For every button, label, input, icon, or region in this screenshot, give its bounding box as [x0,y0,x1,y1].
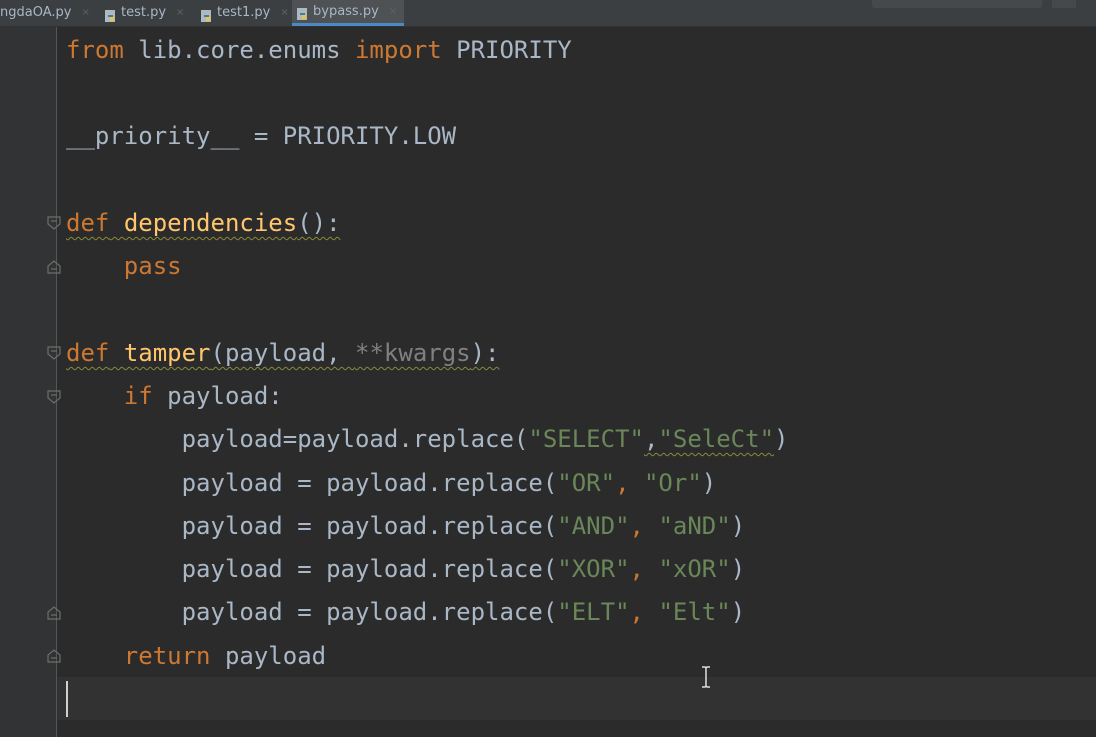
code-line-10[interactable]: payload=payload.replace("SELECT","SeleCt… [66,418,789,461]
code-line-6[interactable]: pass [66,245,182,288]
keyword: def [66,339,110,367]
close-icon[interactable]: × [81,0,89,26]
punctuation: , [629,598,659,626]
punctuation: ) [730,598,746,626]
punctuation: , [615,469,644,497]
string-literal: "Or" [643,469,702,497]
statement: payload=payload.replace( [181,425,529,453]
string-literal: "ELT" [557,598,630,626]
punctuation: ) [701,469,717,497]
code-line-3[interactable]: __priority__ = PRIORITY.LOW [66,115,456,158]
fold-close-icon[interactable] [46,648,62,664]
tab-test1[interactable]: test1.py × [196,0,289,26]
code-line-13[interactable]: payload = payload.replace("XOR", "xOR") [66,548,746,591]
code-line-14[interactable]: payload = payload.replace("ELT", "Elt") [66,591,746,634]
toolbar-button[interactable] [1052,0,1076,8]
python-file-icon [200,7,213,22]
close-icon[interactable]: × [389,0,397,25]
code-line-5[interactable]: def dependencies(): [66,202,341,245]
string-literal: "AND" [557,512,630,540]
punctuation: ) [730,555,746,583]
close-icon[interactable]: × [176,0,184,26]
keyword: from [66,36,124,64]
keyword: return [123,642,211,670]
string-literal: "SELECT" [528,425,644,453]
tab-label: ngdaOA.py [0,5,72,20]
editor-gutter[interactable] [0,27,56,737]
import-name: PRIORITY [441,36,572,64]
punctuation: , [629,512,659,540]
string-literal: "aND" [658,512,731,540]
params: (payload, [210,339,356,367]
code-line-8[interactable]: def tamper(payload, **kwargs): [66,332,500,375]
fold-open-icon[interactable] [46,215,62,231]
python-file-icon [104,7,117,22]
module-path: lib.core.enums [123,36,355,64]
string-literal: "Elt" [658,598,731,626]
keyword: import [354,36,442,64]
function-name: tamper [123,339,211,367]
code-line-9[interactable]: if payload: [66,375,283,418]
punctuation: , [629,555,659,583]
punctuation: (): [297,209,341,237]
tab-label: test.py [121,5,167,20]
code-line-11[interactable]: payload = payload.replace("OR", "Or") [66,462,717,505]
statement: payload = payload.replace( [181,512,558,540]
text-caret [66,681,68,717]
keyword: pass [123,252,182,280]
statement: payload = payload.replace( [181,555,558,583]
return-value: payload [210,642,327,670]
tab-label: bypass.py [313,3,379,19]
punctuation: ): [470,339,500,367]
function-name: dependencies [123,209,298,237]
tab-test[interactable]: test.py × [100,0,192,26]
statement: payload = payload.replace( [181,469,558,497]
string-literal: "XOR" [557,555,630,583]
close-icon[interactable]: × [280,0,288,26]
tab-bypass[interactable]: bypass.py × [292,0,404,26]
fold-close-icon[interactable] [46,605,62,621]
statement: payload = payload.replace( [181,598,558,626]
punctuation: ) [730,512,746,540]
punctuation: ) [774,425,789,453]
fold-close-icon[interactable] [46,259,62,275]
condition: payload: [152,382,283,410]
kwargs-param: **kwargs [355,339,471,367]
code-line-1[interactable]: from lib.core.enums import PRIORITY [66,29,572,72]
fold-open-icon[interactable] [46,345,62,361]
editor-tab-bar: ngdaOA.py × test.py × test1.py × bypass.… [0,0,1096,27]
punctuation: , [643,425,659,453]
assignment: __priority__ = PRIORITY.LOW [66,122,457,150]
python-file-icon [296,5,309,20]
tab-label: test1.py [217,5,271,20]
tab-ngdaoa[interactable]: ngdaOA.py × [0,0,96,26]
gutter-divider [56,27,57,737]
code-line-12[interactable]: payload = payload.replace("AND", "aND") [66,505,746,548]
string-literal: "OR" [557,469,616,497]
run-config-widget[interactable] [872,0,1042,8]
mouse-ibeam-cursor-icon [700,666,712,688]
string-literal: "xOR" [658,555,731,583]
fold-open-icon[interactable] [46,389,62,405]
keyword: def [66,209,110,237]
keyword: if [123,382,153,410]
string-literal: "SeleCt" [658,425,775,453]
current-line-highlight [57,677,1096,720]
code-line-15[interactable]: return payload [66,635,326,678]
